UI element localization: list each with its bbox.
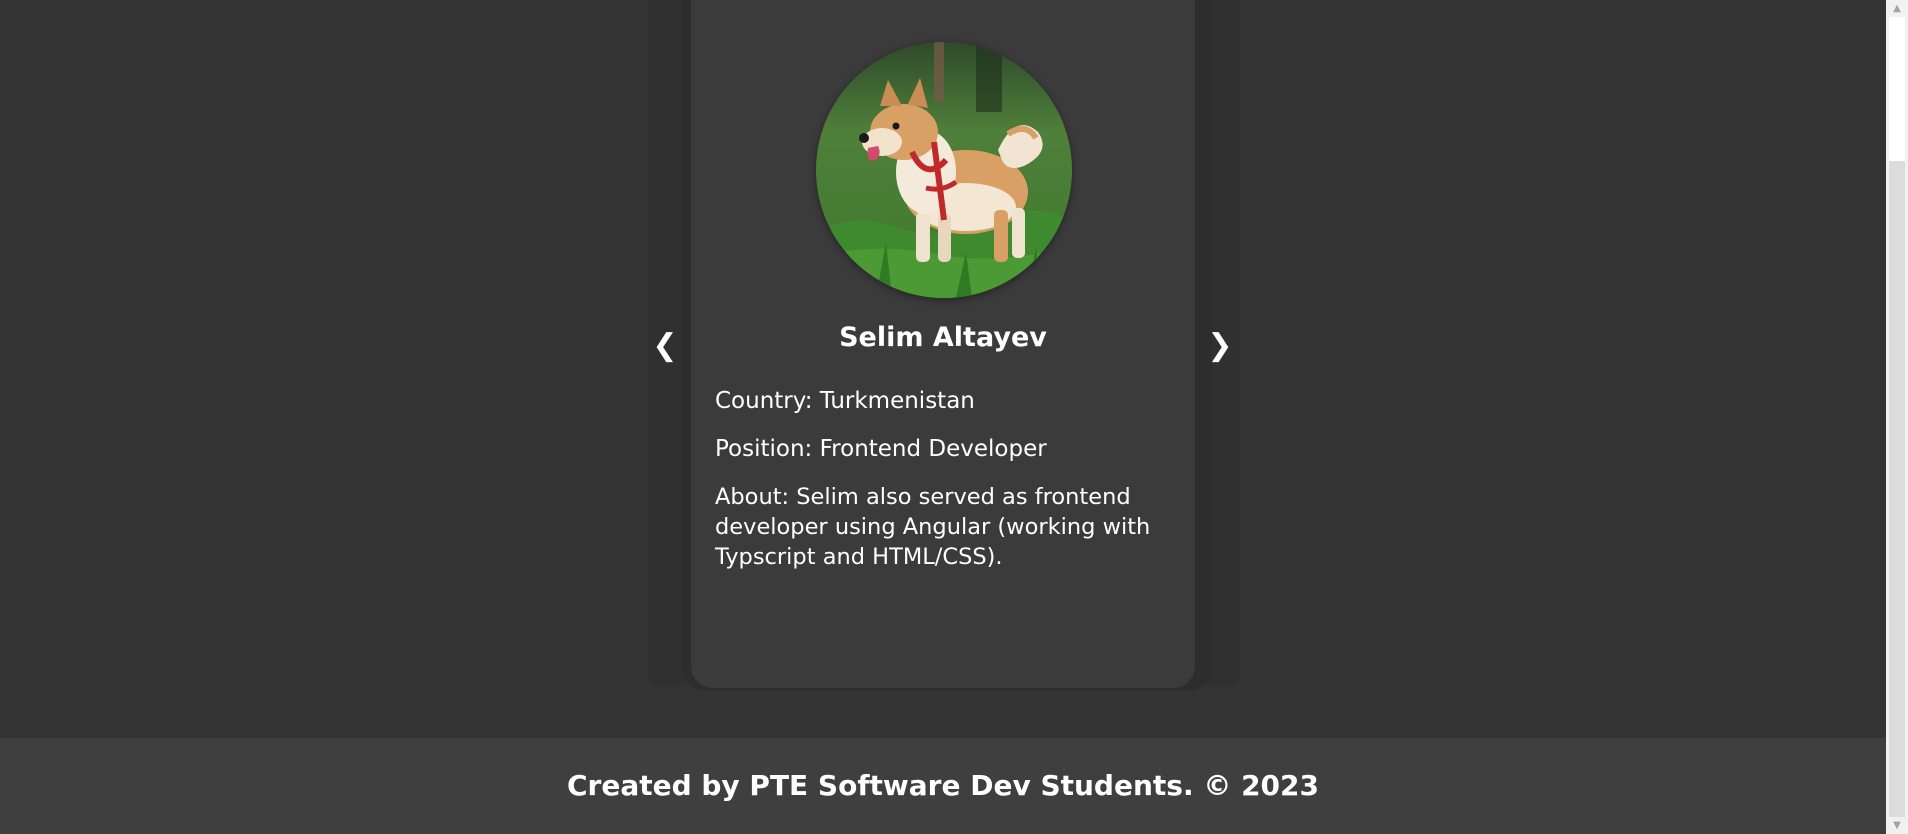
member-position: Position: Frontend Developer xyxy=(715,436,1047,462)
team-member-card: Selim Altayev Country: Turkmenistan Posi… xyxy=(691,0,1195,688)
footer-text: Created by PTE Software Dev Students. © … xyxy=(566,769,1320,802)
dog-photo-image xyxy=(816,42,1072,298)
page-footer: Created by PTE Software Dev Students. © … xyxy=(0,738,1886,834)
scroll-down-arrow-icon[interactable]: ▼ xyxy=(1886,817,1908,834)
vertical-scrollbar[interactable]: ▲ ▼ xyxy=(1886,0,1908,834)
member-country: Country: Turkmenistan xyxy=(715,388,975,414)
scroll-up-arrow-icon[interactable]: ▲ xyxy=(1886,0,1908,17)
member-name: Selim Altayev xyxy=(839,322,1047,353)
carousel-next-button[interactable]: ❯ xyxy=(1205,326,1235,366)
scrollbar-track[interactable] xyxy=(1889,161,1905,817)
scrollbar-thumb[interactable] xyxy=(1889,17,1905,161)
member-photo xyxy=(816,42,1072,298)
page-viewport: Selim Altayev Country: Turkmenistan Posi… xyxy=(0,0,1886,834)
member-about: About: Selim also served as frontend dev… xyxy=(715,484,1151,570)
carousel-prev-button[interactable]: ❮ xyxy=(650,326,680,366)
